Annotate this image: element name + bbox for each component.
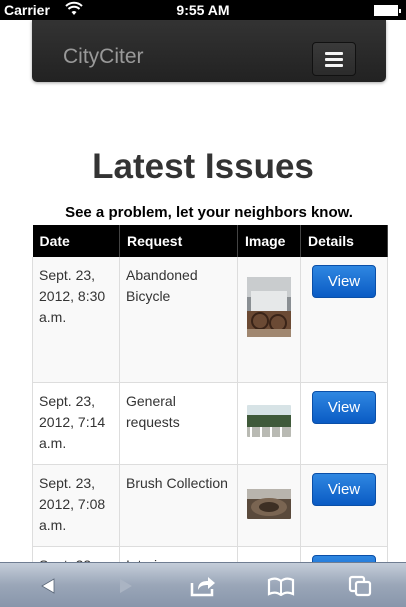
- view-button[interactable]: View: [312, 390, 376, 424]
- share-button[interactable]: [173, 563, 233, 607]
- forward-icon: [120, 578, 132, 593]
- table-row: Sept. 23, 2012, 8:30 a.m. Abandoned Bicy…: [32, 257, 388, 383]
- brand-link[interactable]: CityCiter: [63, 45, 144, 69]
- tabs-icon: [348, 575, 372, 596]
- forward-button[interactable]: [96, 563, 156, 607]
- header-request: Request: [119, 225, 238, 257]
- menu-icon-bar: [325, 52, 343, 55]
- back-icon: [41, 577, 55, 594]
- battery-icon: [374, 5, 401, 16]
- navbar: CityCiter: [32, 20, 386, 82]
- general-request-photo-thumbnail[interactable]: [247, 404, 291, 437]
- header-details: Details: [300, 225, 388, 257]
- back-button[interactable]: [18, 563, 78, 607]
- menu-toggle-button[interactable]: [312, 42, 356, 76]
- table-row: Sept. 23, 2012, 7:14 a.m. General reques…: [32, 382, 388, 465]
- bookmarks-button[interactable]: [251, 563, 311, 607]
- issue-image-cell: [237, 464, 301, 547]
- bookmarks-icon: [267, 577, 295, 596]
- issue-image-cell: [237, 257, 301, 383]
- issue-date: Sept. 23, 2012, 7:08 a.m.: [32, 464, 120, 547]
- view-button[interactable]: View: [312, 472, 376, 506]
- view-button[interactable]: View: [312, 265, 376, 298]
- issue-request: Abandoned Bicycle: [119, 257, 238, 383]
- issue-image-cell: [237, 382, 301, 465]
- share-icon: [190, 576, 215, 596]
- issue-date: Sept. 23, 2012, 7:14 a.m.: [32, 382, 120, 465]
- table-row: Sept. 23, 2012, 7:08 a.m. Brush Collecti…: [32, 464, 388, 547]
- issue-details-cell: View: [300, 382, 388, 465]
- menu-icon-bar: [325, 64, 343, 67]
- page-subtitle: See a problem, let your neighbors know.: [65, 204, 353, 221]
- screen: Carrier 9:55 AM CityCiter Latest Issues …: [0, 0, 406, 607]
- status-bar: Carrier 9:55 AM: [0, 0, 406, 20]
- issue-details-cell: View: [300, 257, 388, 383]
- issue-date: Sept. 23, 2012, 8:30 a.m.: [32, 257, 120, 383]
- header-date: Date: [32, 225, 120, 257]
- table-header-row: Date Request Image Details: [32, 225, 388, 257]
- tabs-button[interactable]: [330, 563, 390, 607]
- clock: 9:55 AM: [176, 2, 230, 18]
- brush-collection-photo-thumbnail[interactable]: [247, 488, 291, 519]
- bicycle-photo-thumbnail[interactable]: [247, 277, 291, 337]
- issue-request: General requests: [119, 382, 238, 465]
- issue-request: Brush Collection: [119, 464, 238, 547]
- page-title: Latest Issues: [92, 147, 314, 186]
- issue-details-cell: View: [300, 464, 388, 547]
- issues-table: Date Request Image Details Sept. 23, 201…: [32, 225, 388, 607]
- header-image: Image: [237, 225, 301, 257]
- browser-toolbar: [0, 562, 406, 607]
- menu-icon-bar: [325, 58, 343, 61]
